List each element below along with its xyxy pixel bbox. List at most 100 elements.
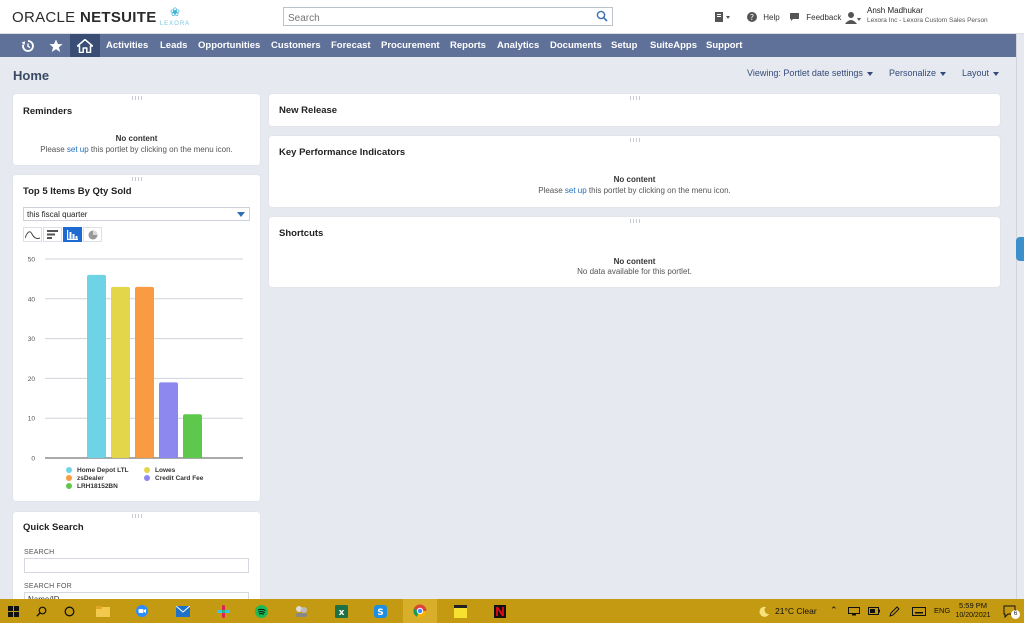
setup-link[interactable]: set up: [565, 186, 587, 195]
layout-dropdown[interactable]: Layout: [962, 68, 1000, 78]
drag-handle-icon[interactable]: [131, 96, 142, 100]
taskbar-app[interactable]: [447, 599, 473, 623]
windows-taskbar: x S 21°C Clear ⌃ ENG 5:59 PM 10/20/2021 …: [0, 599, 1024, 623]
legend-swatch: [144, 475, 150, 481]
column-chart-button[interactable]: [63, 227, 82, 242]
nav-customers[interactable]: Customers: [271, 34, 321, 57]
bar: [111, 286, 130, 458]
help-label: Help: [763, 13, 780, 22]
drag-handle-icon[interactable]: [629, 96, 640, 100]
feedback-icon: [790, 13, 799, 21]
nav-analytics[interactable]: Analytics: [497, 34, 539, 57]
period-select[interactable]: this fiscal quarter: [23, 207, 250, 221]
company-logo: ❀ LEXORA: [158, 6, 192, 30]
setup-link[interactable]: set up: [67, 145, 89, 154]
nav-activities[interactable]: Activities: [106, 34, 148, 57]
horizontal-bar-chart-button[interactable]: [43, 227, 62, 242]
kpi-portlet: Key Performance Indicators No content Pl…: [269, 136, 1000, 207]
quick-search-input[interactable]: [24, 558, 249, 573]
netsuite-logo[interactable]: ORACLE NETSUITE: [12, 9, 157, 26]
page-scrollbar[interactable]: [1016, 34, 1024, 599]
top-items-bar-chart: 0 10 20 30 40 50: [28, 257, 243, 463]
weather-icon[interactable]: [756, 599, 772, 623]
line-chart-button[interactable]: [23, 227, 42, 242]
language-indicator[interactable]: ENG: [934, 606, 950, 615]
file-explorer-icon: [96, 605, 110, 617]
legend-label: Lowes: [155, 467, 176, 474]
keyboard-icon[interactable]: [909, 599, 929, 623]
cortana-button[interactable]: [56, 599, 82, 623]
viewing-dropdown[interactable]: Viewing: Portlet date settings: [747, 68, 873, 78]
quick-search-portlet: Quick Search SEARCH SEARCH FOR Name/ID: [13, 512, 260, 612]
legend-item: zsDealer: [66, 475, 104, 482]
start-button[interactable]: [0, 599, 26, 623]
nav-leads[interactable]: Leads: [160, 34, 187, 57]
notification-badge: 6: [1011, 610, 1020, 619]
pen-icon[interactable]: [885, 599, 903, 623]
taskbar-search-button[interactable]: [28, 599, 54, 623]
user-role: Lexora Inc - Lexora Custom Sales Person: [867, 17, 988, 24]
help-link[interactable]: ? Help: [747, 12, 780, 22]
side-panel-handle[interactable]: [1016, 237, 1024, 261]
taskbar-app[interactable]: [90, 599, 116, 623]
search-input[interactable]: [284, 10, 584, 27]
drag-handle-icon[interactable]: [131, 177, 142, 181]
portlet-title: New Release: [279, 105, 338, 116]
legend-item: LRH18152BN: [66, 483, 118, 490]
zoom-icon: [136, 605, 148, 617]
no-content-label: No content: [613, 175, 656, 184]
pie-chart-button[interactable]: [83, 227, 102, 242]
recent-icon[interactable]: [14, 34, 42, 57]
column-chart-icon: [67, 229, 78, 240]
legend-swatch: [66, 467, 72, 473]
nav-opportunities[interactable]: Opportunities: [198, 34, 260, 57]
drag-handle-icon[interactable]: [629, 138, 640, 142]
nav-reports[interactable]: Reports: [450, 34, 486, 57]
windows-icon: [7, 605, 19, 617]
taskbar-app[interactable]: [248, 599, 274, 623]
legend-item: Credit Card Fee: [144, 475, 203, 482]
chevron-up-icon[interactable]: ⌃: [830, 605, 838, 616]
nav-suiteapps[interactable]: SuiteApps: [650, 34, 697, 57]
drag-handle-icon[interactable]: [629, 219, 640, 223]
bar: [183, 414, 202, 458]
nav-forecast[interactable]: Forecast: [331, 34, 371, 57]
taskbar-app[interactable]: [210, 599, 236, 623]
nav-support[interactable]: Support: [706, 34, 742, 57]
taskbar-app[interactable]: [288, 599, 314, 623]
network-icon[interactable]: [845, 599, 863, 623]
recent-records-menu[interactable]: [715, 12, 731, 25]
nav-procurement[interactable]: Procurement: [381, 34, 440, 57]
taskbar-app[interactable]: S: [367, 599, 393, 623]
home-button[interactable]: [70, 34, 100, 57]
nav-setup[interactable]: Setup: [611, 34, 637, 57]
clock-date[interactable]: 10/20/2021: [953, 612, 993, 619]
weather-text[interactable]: 21°C Clear: [775, 606, 817, 616]
taskbar-app[interactable]: [487, 599, 513, 623]
taskbar-app[interactable]: [170, 599, 196, 623]
nav-documents[interactable]: Documents: [550, 34, 602, 57]
user-name: Ansh Madhukar: [867, 6, 924, 15]
drag-handle-icon[interactable]: [131, 514, 142, 518]
moon-icon: [759, 606, 769, 617]
taskbar-app[interactable]: x: [328, 599, 354, 623]
battery-icon[interactable]: [865, 599, 883, 623]
notification-center-button[interactable]: 6: [998, 599, 1022, 623]
legend-label: Home Depot LTL: [77, 467, 129, 474]
line-chart-icon: [25, 231, 40, 239]
portlet-title: Reminders: [23, 106, 73, 117]
feedback-label: Feedback: [806, 13, 842, 22]
global-search[interactable]: [283, 7, 613, 27]
favorites-icon[interactable]: [42, 34, 70, 57]
feedback-link[interactable]: Feedback: [789, 12, 841, 22]
personalize-dropdown[interactable]: Personalize: [889, 68, 947, 78]
search-icon[interactable]: [596, 10, 608, 22]
taskbar-app-chrome-active[interactable]: [403, 599, 437, 623]
legend-label: LRH18152BN: [77, 483, 118, 490]
legend-item: Home Depot LTL: [66, 467, 129, 474]
clock-time[interactable]: 5:59 PM: [958, 601, 988, 610]
taskbar-app[interactable]: [129, 599, 155, 623]
logo-oracle: ORACLE: [12, 9, 76, 26]
message-text: Please: [40, 145, 67, 154]
no-content-label: No content: [115, 134, 158, 143]
